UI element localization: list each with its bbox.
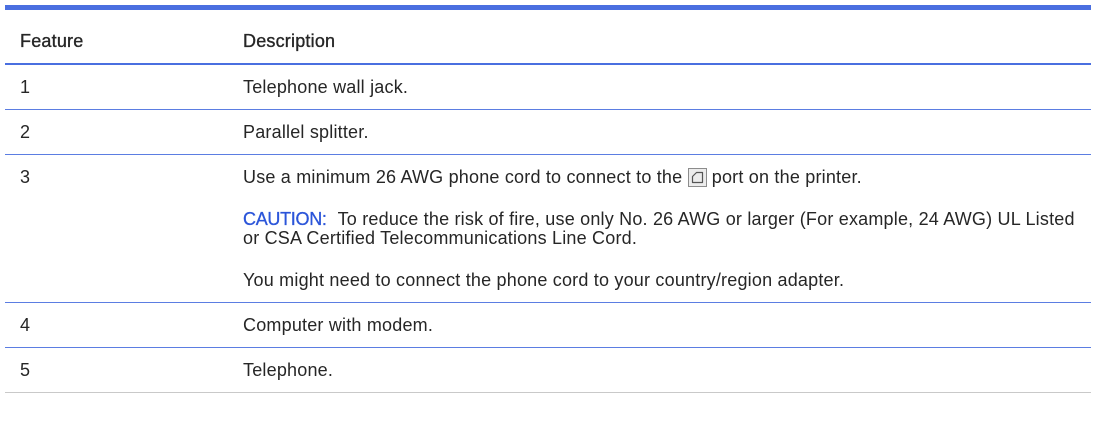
feature-number: 3 (5, 155, 228, 303)
header-row: Feature Description (5, 5, 1091, 65)
table-row: 1 Telephone wall jack. (5, 65, 1091, 110)
table-body: 1 Telephone wall jack. 2 Parallel splitt… (5, 65, 1091, 393)
feature-description: Telephone wall jack. (228, 65, 1091, 110)
connection-instruction: Use a minimum 26 AWG phone cord to conne… (243, 168, 1091, 187)
caution-label: CAUTION: (243, 209, 327, 229)
instruction-text-end: port on the printer. (711, 167, 862, 187)
table-row: 4 Computer with modem. (5, 303, 1091, 348)
feature-number: 1 (5, 65, 228, 110)
instruction-text-start: Use a minimum 26 AWG phone cord to conne… (243, 167, 683, 187)
feature-description: Use a minimum 26 AWG phone cord to conne… (228, 155, 1091, 303)
table-row: 3 Use a minimum 26 AWG phone cord to con… (5, 155, 1091, 303)
feature-description: Telephone. (228, 348, 1091, 393)
table-row: 2 Parallel splitter. (5, 110, 1091, 155)
feature-description: Computer with modem. (228, 303, 1091, 348)
table-header: Feature Description (5, 5, 1091, 65)
feature-number: 4 (5, 303, 228, 348)
feature-description: Parallel splitter. (228, 110, 1091, 155)
feature-column-header: Feature (5, 5, 228, 65)
caution-text: To reduce the risk of fire, use only No.… (243, 209, 1075, 248)
description-column-header: Description (228, 5, 1091, 65)
phone-port-icon (687, 168, 707, 187)
feature-number: 2 (5, 110, 228, 155)
adapter-note: You might need to connect the phone cord… (243, 270, 845, 290)
feature-number: 5 (5, 348, 228, 393)
caution-note: CAUTION: To reduce the risk of fire, use … (243, 209, 1091, 248)
feature-table: Feature Description 1 Telephone wall jac… (5, 5, 1091, 393)
table-row: 5 Telephone. (5, 348, 1091, 393)
